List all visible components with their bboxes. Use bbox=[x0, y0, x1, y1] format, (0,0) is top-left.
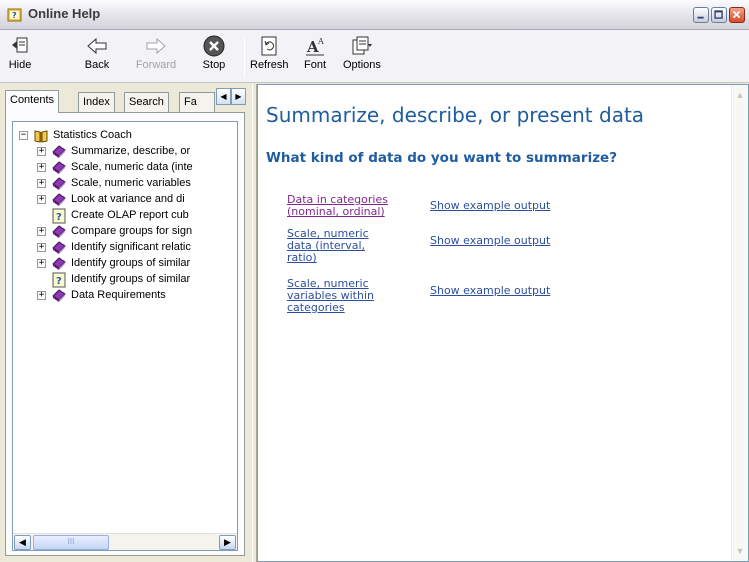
show-example-link[interactable]: Show example output bbox=[430, 200, 550, 212]
closed-book-icon bbox=[51, 160, 67, 176]
expand-icon[interactable]: + bbox=[37, 163, 46, 172]
expand-icon[interactable]: + bbox=[37, 179, 46, 188]
tree-item-identify-groups-2[interactable]: ? Identify groups of similar bbox=[17, 272, 237, 288]
options-icon bbox=[349, 34, 373, 58]
help-page-icon: ? bbox=[51, 272, 67, 288]
tree-item-create-olap[interactable]: ? Create OLAP report cub bbox=[17, 208, 237, 224]
window-title: Online Help bbox=[28, 6, 101, 21]
horizontal-scrollbar[interactable]: ◀ III ▶ bbox=[13, 533, 237, 550]
tree-item-compare-groups[interactable]: + Compare groups for sign bbox=[17, 224, 237, 240]
expand-icon[interactable]: + bbox=[37, 195, 46, 204]
tab-search[interactable]: Search bbox=[124, 92, 169, 112]
option-link-scale-data[interactable]: Scale, numeric data (interval, ratio) bbox=[287, 228, 417, 264]
option-link-categories[interactable]: Data in categories (nominal, ordinal) bbox=[287, 194, 417, 218]
forward-button[interactable]: Forward bbox=[132, 34, 180, 71]
refresh-icon bbox=[257, 34, 281, 58]
page-subtitle: What kind of data do you want to summari… bbox=[266, 150, 618, 166]
closed-book-icon bbox=[51, 256, 67, 272]
tab-index[interactable]: Index bbox=[78, 92, 115, 112]
forward-arrow-icon bbox=[144, 34, 168, 58]
contents-tree: − Statistics Coach + Summarize, describe… bbox=[12, 121, 238, 551]
svg-text:?: ? bbox=[12, 11, 17, 20]
svg-text:?: ? bbox=[56, 212, 62, 223]
tree-list: − Statistics Coach + Summarize, describe… bbox=[17, 128, 237, 304]
tab-scroll-left-button[interactable]: ◀ bbox=[216, 88, 231, 105]
tab-favorites[interactable]: Fa bbox=[179, 92, 215, 112]
tree-item-identify-groups-1[interactable]: + Identify groups of similar bbox=[17, 256, 237, 272]
page-title: Summarize, describe, or present data bbox=[266, 103, 645, 127]
hide-icon bbox=[8, 34, 32, 58]
closed-book-icon bbox=[51, 192, 67, 208]
stop-icon bbox=[202, 34, 226, 58]
svg-text:?: ? bbox=[56, 276, 62, 287]
scroll-up-button[interactable]: ▲ bbox=[732, 87, 748, 103]
back-button[interactable]: Back bbox=[82, 34, 112, 71]
scroll-right-button[interactable]: ▶ bbox=[219, 535, 236, 550]
scroll-left-button[interactable]: ◀ bbox=[14, 535, 31, 550]
closed-book-icon bbox=[51, 240, 67, 256]
font-button[interactable]: AA Font bbox=[303, 34, 327, 71]
navigation-pane: Contents Index Search Fa ◀ ▶ − Statistic… bbox=[0, 84, 252, 562]
scroll-down-button[interactable]: ▼ bbox=[732, 543, 748, 559]
toolbar-separator bbox=[244, 38, 245, 78]
help-book-icon: ? bbox=[6, 7, 24, 23]
expand-icon[interactable]: + bbox=[37, 227, 46, 236]
tree-item-summarize[interactable]: + Summarize, describe, or bbox=[17, 144, 237, 160]
tree-root-item[interactable]: − Statistics Coach bbox=[17, 128, 237, 144]
nav-tabs: Contents Index Search Fa bbox=[5, 90, 245, 113]
closed-book-icon bbox=[51, 176, 67, 192]
topic-pane: Summarize, describe, or present data Wha… bbox=[257, 84, 749, 562]
hide-button[interactable]: Hide bbox=[8, 34, 32, 71]
expand-icon[interactable]: + bbox=[37, 259, 46, 268]
tab-scroll-right-button[interactable]: ▶ bbox=[231, 88, 246, 105]
expand-icon[interactable]: + bbox=[37, 147, 46, 156]
expand-icon[interactable]: + bbox=[37, 243, 46, 252]
option-link-scale-variables[interactable]: Scale, numeric variables within categori… bbox=[287, 278, 417, 314]
refresh-button[interactable]: Refresh bbox=[250, 34, 289, 71]
help-page-icon: ? bbox=[51, 208, 67, 224]
closed-book-icon bbox=[51, 224, 67, 240]
show-example-link[interactable]: Show example output bbox=[430, 285, 550, 297]
closed-book-icon bbox=[51, 288, 67, 304]
font-icon: AA bbox=[303, 34, 327, 58]
close-button[interactable] bbox=[729, 7, 745, 23]
open-book-icon bbox=[33, 128, 49, 144]
tree-item-identify-significant[interactable]: + Identify significant relatic bbox=[17, 240, 237, 256]
scrollbar-thumb[interactable]: III bbox=[33, 535, 109, 550]
svg-text:A: A bbox=[317, 37, 324, 46]
toolbar: Hide Back Forward Stop Refresh AA Font O… bbox=[0, 30, 749, 83]
tree-item-look-at-variance[interactable]: + Look at variance and di bbox=[17, 192, 237, 208]
vertical-scrollbar[interactable]: ▲ ▼ bbox=[731, 85, 748, 561]
expand-icon[interactable]: + bbox=[37, 291, 46, 300]
tab-contents[interactable]: Contents bbox=[5, 90, 60, 113]
contents-tab-panel: − Statistics Coach + Summarize, describe… bbox=[5, 112, 245, 556]
stop-button[interactable]: Stop bbox=[200, 34, 228, 71]
closed-book-icon bbox=[51, 144, 67, 160]
tree-item-data-requirements[interactable]: + Data Requirements bbox=[17, 288, 237, 304]
title-bar: ? Online Help bbox=[0, 0, 749, 30]
tab-scroll-arrows: ◀ ▶ bbox=[216, 88, 246, 106]
show-example-link[interactable]: Show example output bbox=[430, 235, 550, 247]
options-button[interactable]: Options bbox=[343, 34, 381, 71]
minimize-button[interactable] bbox=[693, 7, 709, 23]
tree-item-scale-numeric-data[interactable]: + Scale, numeric data (inte bbox=[17, 160, 237, 176]
collapse-icon[interactable]: − bbox=[19, 131, 28, 140]
tree-item-scale-numeric-variables[interactable]: + Scale, numeric variables bbox=[17, 176, 237, 192]
back-arrow-icon bbox=[85, 34, 109, 58]
maximize-button[interactable] bbox=[711, 7, 727, 23]
